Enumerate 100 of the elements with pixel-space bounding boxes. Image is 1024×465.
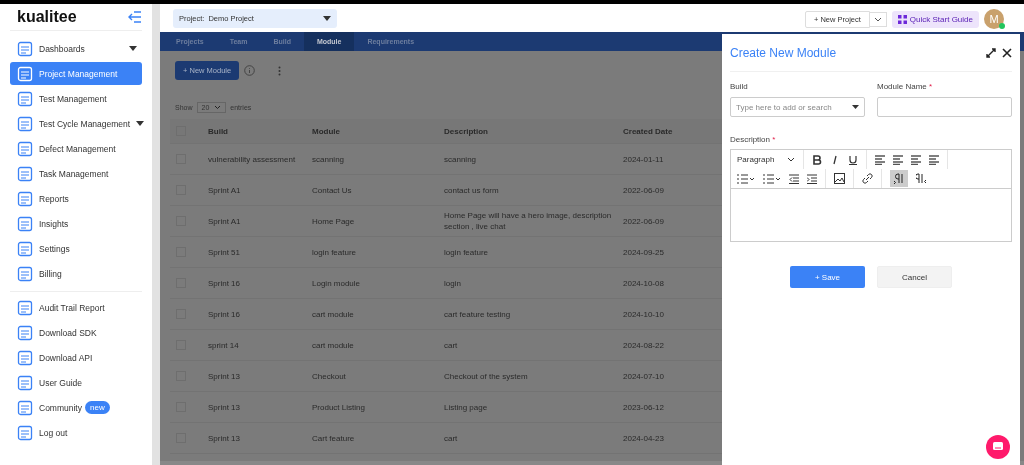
sidebar-item[interactable]: User Guide	[10, 371, 142, 394]
menu-item-icon	[17, 40, 33, 57]
sidebar-item[interactable]: Download API	[10, 346, 142, 369]
image-icon[interactable]	[834, 173, 845, 184]
menu-item-icon	[17, 65, 33, 82]
table-cell-text: login	[444, 277, 462, 289]
menu-item-icon	[17, 215, 33, 232]
sidebar-item[interactable]: Dashboards	[10, 37, 142, 60]
online-dot	[999, 23, 1005, 29]
table-cell-text: Contact Us	[312, 185, 353, 195]
sidebar-item[interactable]: Project Management	[10, 62, 142, 85]
sidebar-item[interactable]: Download SDK	[10, 321, 142, 344]
sidebar-item[interactable]: Reports	[10, 187, 142, 210]
chevron-icon	[873, 16, 882, 22]
info-icon[interactable]	[244, 65, 256, 76]
sidebar-item[interactable]: Defect Management	[10, 137, 142, 160]
close-icon[interactable]	[1002, 47, 1012, 58]
chevron-icon	[214, 105, 222, 110]
expand-icon[interactable]	[986, 47, 996, 58]
table-cell-text: Home Page will have a hero image, description section , live chat	[444, 210, 613, 232]
indent-icon[interactable]	[807, 173, 817, 184]
chevron-icon	[787, 157, 795, 162]
table-cell-text: cart module	[312, 340, 355, 350]
table-cell-text: Sprint 13	[208, 402, 242, 412]
menu-item-icon	[17, 90, 33, 107]
align-icon[interactable]	[911, 154, 921, 165]
build-select[interactable]: Type here to add or search	[730, 97, 865, 117]
menu-item-icon	[17, 265, 33, 282]
table-cell-text: 2024-04-23	[623, 433, 665, 443]
table-cell-text: 2024-08-22	[623, 340, 665, 350]
sidebar-item[interactable]: Settings	[10, 237, 142, 260]
table-cell-text: Listing page	[444, 401, 489, 413]
menu-item-icon	[17, 165, 33, 182]
table-cell-text: 2024-10-10	[623, 309, 665, 319]
logo: kualitee	[17, 8, 77, 26]
grid-icon	[897, 14, 907, 24]
collapse-icon[interactable]	[128, 11, 142, 23]
align-icon[interactable]	[929, 154, 939, 165]
table-cell-text: 2023-06-12	[623, 402, 665, 412]
sidebar-item[interactable]: Community new	[10, 396, 142, 419]
paragraph-select[interactable]: Paragraph	[737, 155, 795, 164]
table-cell-text: 2024-01-11	[623, 154, 665, 164]
table-cell-text: cart	[444, 432, 459, 444]
sidebar-item[interactable]: Log out	[10, 421, 142, 444]
sidebar-item[interactable]: Task Management	[10, 162, 142, 185]
table-cell-text: 2024-09-25	[623, 247, 665, 257]
table-cell-text: Cart feature	[312, 433, 356, 443]
table-cell-text: 2022-06-09	[623, 185, 665, 195]
rich-text-editor[interactable]: Paragraph	[730, 149, 1012, 242]
caret-icon	[136, 121, 145, 126]
cancel-button[interactable]: Cancel	[877, 266, 952, 288]
table-cell-text: vulnerability assessment	[208, 154, 297, 164]
menu-item-icon	[17, 115, 33, 132]
sidebar-item[interactable]: Test Cycle Management	[10, 112, 142, 135]
table-cell-text: Sprint 16	[208, 278, 242, 288]
table-cell-text: scanning	[312, 154, 346, 164]
ltr-button[interactable]	[890, 170, 908, 187]
menu-item-icon	[17, 240, 33, 257]
table-cell-text: Sprint 13	[208, 371, 242, 381]
menu-item-icon	[17, 399, 33, 416]
more-icon[interactable]	[278, 65, 282, 76]
bullet-list-icon[interactable]	[737, 173, 755, 184]
align-icon[interactable]	[875, 154, 885, 165]
ltr-icon	[894, 173, 904, 184]
sidebar-item[interactable]: Insights	[10, 212, 142, 235]
numbered-list-icon[interactable]	[763, 173, 781, 184]
table-cell-text: contact us form	[444, 184, 500, 196]
scrollbar[interactable]	[152, 4, 160, 465]
underline-icon[interactable]	[848, 154, 858, 165]
table-cell-text: Sprint A1	[208, 216, 242, 226]
table-cell-text: Sprint 16	[208, 309, 242, 319]
new-badge: new	[85, 401, 110, 414]
drawer-title: Create New Module	[730, 45, 838, 60]
bold-icon[interactable]	[812, 154, 822, 165]
menu-item-icon	[17, 324, 33, 341]
save-button[interactable]: + Save	[790, 266, 865, 288]
field-label: Module Name *	[877, 82, 934, 91]
chat-icon	[993, 442, 1003, 452]
sidebar-item[interactable]: Test Management	[10, 87, 142, 110]
table-cell-text: cart feature testing	[444, 308, 512, 320]
table-cell-text: 2022-06-09	[623, 216, 665, 226]
rtl-icon[interactable]	[916, 173, 926, 184]
module-name-input[interactable]	[877, 97, 1012, 117]
menu-item-icon	[17, 349, 33, 366]
table-cell-text: cart module	[312, 309, 355, 319]
align-icon[interactable]	[893, 154, 903, 165]
outdent-icon[interactable]	[789, 173, 799, 184]
chat-button[interactable]	[986, 435, 1010, 459]
table-cell-text: login feature	[444, 246, 490, 258]
caret-icon	[323, 15, 331, 21]
table-cell-text: login feature	[312, 247, 358, 257]
link-icon[interactable]	[862, 173, 873, 184]
sidebar-item[interactable]: Billing	[10, 262, 142, 285]
table-cell-text: Product Listing	[312, 402, 366, 412]
menu-item-icon	[17, 374, 33, 391]
sidebar-item[interactable]: Audit Trail Report	[10, 296, 142, 319]
table-cell-text: 2024-07-10	[623, 371, 665, 381]
menu-item-icon	[17, 299, 33, 316]
table-cell-text: Checkout of the system	[444, 370, 529, 382]
italic-icon[interactable]	[830, 154, 840, 165]
